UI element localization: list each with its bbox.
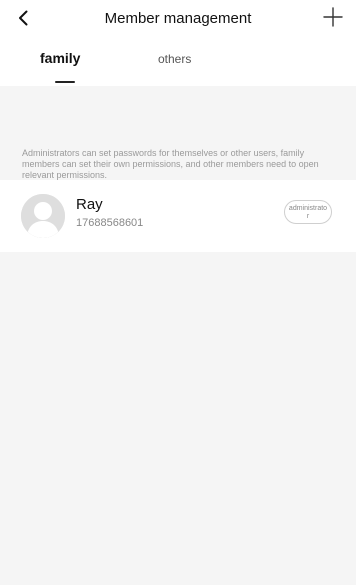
member-tabs: family others <box>0 38 356 86</box>
tab-others[interactable]: others <box>158 52 191 66</box>
user-avatar-icon <box>21 194 65 238</box>
avatar <box>21 194 65 238</box>
tab-family[interactable]: family <box>40 50 80 66</box>
member-name: Ray <box>76 196 103 213</box>
page-title: Member management <box>104 10 252 27</box>
list-item[interactable]: Ray 17688568601 administrator <box>0 180 356 252</box>
member-phone: 17688568601 <box>76 217 144 229</box>
active-tab-indicator <box>55 81 75 83</box>
app-header: Member management <box>0 0 356 38</box>
role-badge: administrator <box>284 200 332 224</box>
member-list: Ray 17688568601 administrator <box>0 180 356 252</box>
permissions-notice: Administrators can set passwords for the… <box>22 148 319 180</box>
plus-icon <box>323 7 343 27</box>
add-member-button[interactable] <box>322 6 344 28</box>
